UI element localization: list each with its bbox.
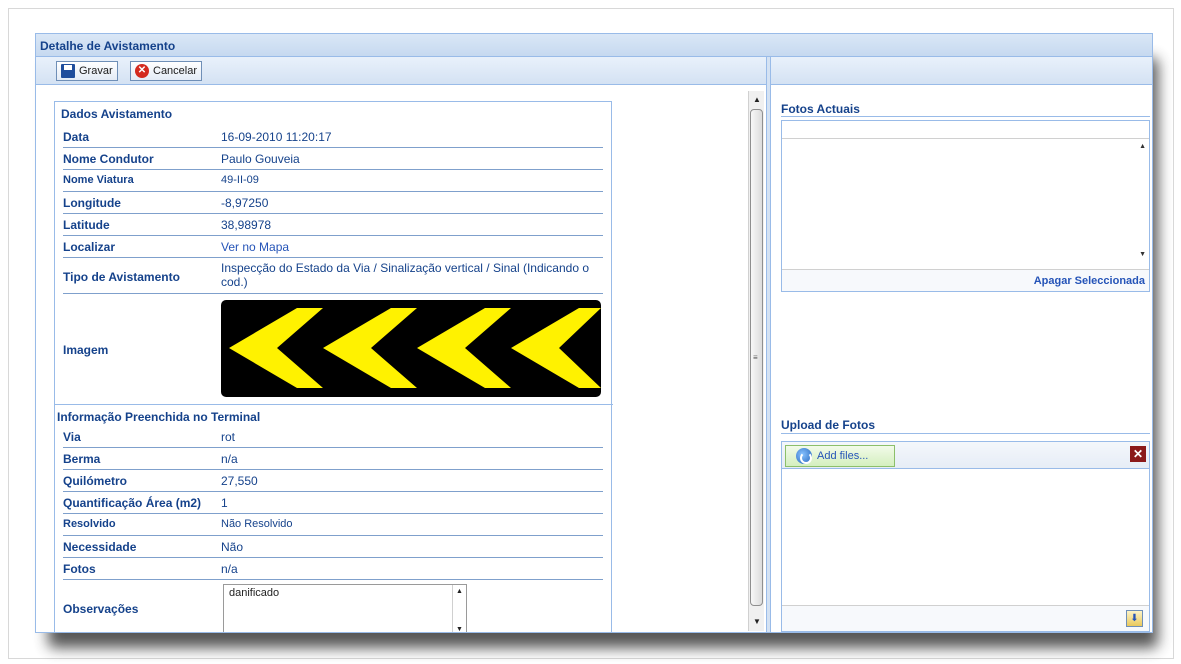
- close-icon[interactable]: ✕: [1130, 446, 1146, 462]
- row-label: Nome Condutor: [63, 152, 154, 166]
- detail-row: Resolvido Não Resolvido: [63, 514, 603, 536]
- detail-row: Berma n/a: [63, 448, 603, 470]
- row-value: -8,97250: [221, 196, 269, 210]
- detail-row: Via rot: [63, 426, 603, 448]
- cancel-icon: ✕: [135, 64, 149, 78]
- upload-toolbar: Add files... ✕: [782, 442, 1149, 469]
- detail-row: Necessidade Não: [63, 536, 603, 558]
- row-value: rot: [221, 430, 236, 444]
- upload-footer: ⬇: [782, 605, 1149, 631]
- row-value: 27,550: [221, 474, 258, 488]
- cancel-label: Cancelar: [153, 65, 198, 77]
- current-photos-grid[interactable]: ▲ ▼ Apagar Seleccionada: [781, 120, 1150, 292]
- detail-row: Quilómetro 27,550: [63, 470, 603, 492]
- detail-row: Data 16-09-2010 11:20:17: [63, 126, 603, 148]
- grip-icon: ≡: [753, 353, 758, 362]
- row-value: Não Resolvido: [221, 518, 293, 530]
- textarea-scrollbar[interactable]: ▲ ▼: [452, 585, 466, 632]
- row-value: Não: [221, 540, 244, 554]
- title-underline: [781, 433, 1150, 434]
- terminal-section-title: Informação Preenchida no Terminal: [57, 410, 261, 424]
- chevron-sign-graphic: [229, 308, 601, 388]
- panel-splitter[interactable]: [766, 57, 771, 632]
- details-fieldset: Dados Avistamento Data 16-09-2010 11:20:…: [54, 101, 613, 632]
- detail-row: Fotos n/a: [63, 558, 603, 580]
- save-button[interactable]: Gravar: [56, 61, 118, 81]
- row-value: Paulo Gouveia: [221, 152, 300, 166]
- scroll-down-icon[interactable]: ▼: [749, 615, 765, 629]
- row-label: Observações: [63, 602, 139, 616]
- row-label: Data: [63, 130, 90, 144]
- detail-row: Localizar Ver no Mapa: [63, 236, 603, 258]
- right-toolbar: [771, 57, 1152, 85]
- scroll-down-icon[interactable]: ▼: [1139, 251, 1146, 258]
- upload-photos-title: Upload de Fotos: [781, 418, 875, 432]
- row-label: Necessidade: [63, 540, 137, 554]
- add-files-button[interactable]: Add files...: [785, 445, 895, 467]
- current-photos-title: Fotos Actuais: [781, 102, 860, 116]
- window-titlebar: Detalhe de Avistamento: [36, 34, 1152, 57]
- row-label: Fotos: [63, 562, 96, 576]
- row-value: 49-II-09: [221, 174, 259, 186]
- observations-text: danificado: [229, 587, 280, 599]
- sighting-section-title: Dados Avistamento: [61, 107, 173, 121]
- upload-panel: Add files... ✕ ⬇: [781, 441, 1150, 632]
- row-label: Longitude: [63, 196, 121, 210]
- row-label: Resolvido: [63, 518, 116, 530]
- row-label: Nome Viatura: [63, 174, 134, 186]
- delete-selected-link[interactable]: Apagar Seleccionada: [1034, 275, 1145, 287]
- view-on-map-link[interactable]: Ver no Mapa: [221, 240, 289, 254]
- sighting-detail-window: Detalhe de Avistamento Gravar ✕ Cancelar…: [35, 33, 1153, 633]
- cancel-button[interactable]: ✕ Cancelar: [130, 61, 203, 81]
- row-label: Via: [63, 430, 81, 444]
- title-underline: [781, 116, 1150, 117]
- scroll-up-icon[interactable]: ▲: [749, 93, 765, 107]
- grid-footer: Apagar Seleccionada: [782, 269, 1149, 291]
- row-label: Quantificação Área (m2): [63, 496, 202, 510]
- scroll-down-icon[interactable]: ▼: [453, 626, 466, 632]
- section-divider: [55, 404, 613, 405]
- row-value: Inspecção do Estado da Via / Sinalização…: [221, 261, 590, 289]
- detail-row: Tipo de Avistamento Inspecção do Estado …: [63, 258, 603, 294]
- observations-textarea[interactable]: danificado ▲ ▼: [223, 584, 467, 632]
- save-icon: [61, 64, 75, 78]
- upload-icon[interactable]: ⬇: [1126, 610, 1143, 627]
- row-label: Quilómetro: [63, 474, 128, 488]
- scroll-up-icon[interactable]: ▲: [1139, 143, 1146, 150]
- detail-row: Latitude 38,98978: [63, 214, 603, 236]
- scroll-up-icon[interactable]: ▲: [453, 588, 466, 595]
- window-title: Detalhe de Avistamento: [40, 39, 176, 53]
- save-label: Gravar: [79, 65, 113, 77]
- detail-row: Longitude -8,97250: [63, 192, 603, 214]
- detail-row: Nome Condutor Paulo Gouveia: [63, 148, 603, 170]
- row-label: Imagem: [63, 343, 109, 357]
- scrollbar-thumb[interactable]: ≡: [750, 109, 763, 606]
- detail-row: Nome Viatura 49-II-09: [63, 170, 603, 192]
- toolbar: Gravar ✕ Cancelar: [36, 57, 766, 85]
- detail-row: Quantificação Área (m2) 1: [63, 492, 603, 514]
- add-files-label: Add files...: [817, 450, 869, 462]
- grid-header: [782, 121, 1149, 139]
- refresh-icon: [796, 448, 812, 464]
- row-value: 38,98978: [221, 218, 272, 232]
- row-label: Tipo de Avistamento: [63, 270, 180, 284]
- row-value: n/a: [221, 452, 238, 466]
- details-scrollbar[interactable]: ▲ ≡ ▼: [748, 91, 764, 631]
- row-value: n/a: [221, 562, 238, 576]
- row-value: 16-09-2010 11:20:17: [221, 130, 332, 144]
- row-value: 1: [221, 496, 228, 510]
- traffic-sign-image: [221, 300, 601, 397]
- row-label: Localizar: [63, 240, 116, 254]
- row-label: Latitude: [63, 218, 110, 232]
- row-label: Berma: [63, 452, 101, 466]
